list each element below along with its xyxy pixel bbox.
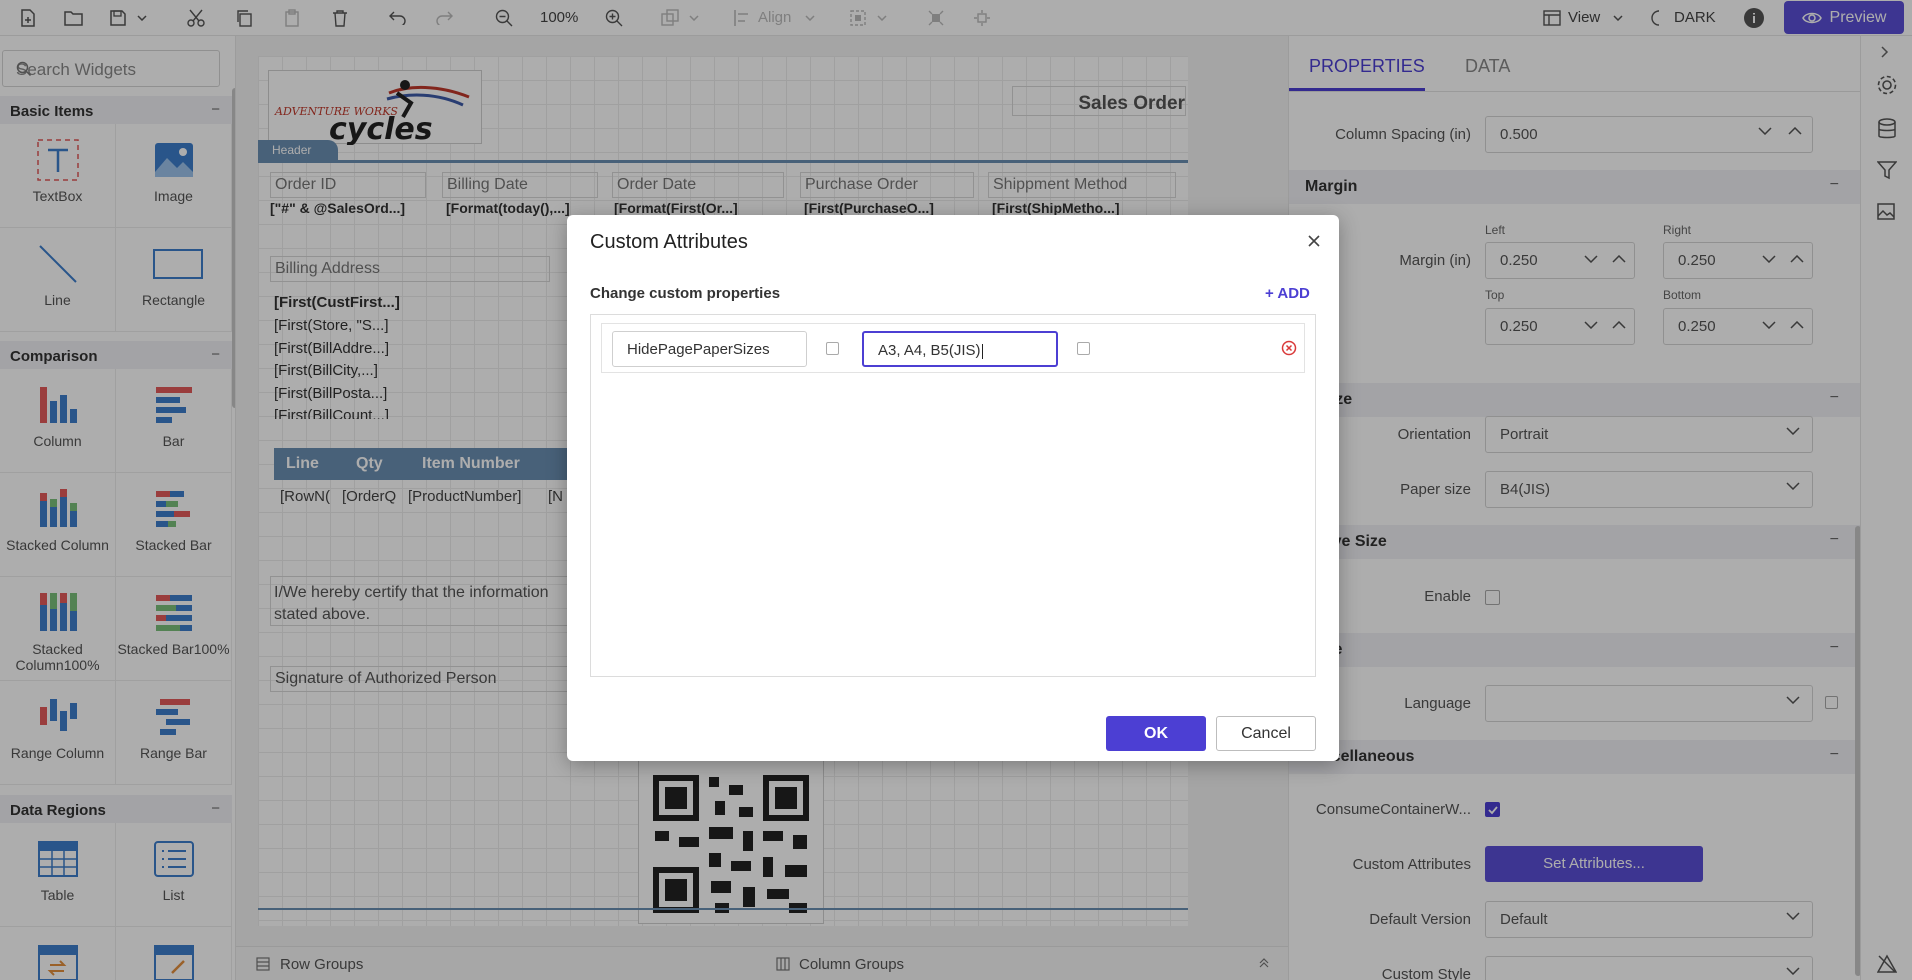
text-cursor <box>982 344 983 359</box>
ok-button[interactable]: OK <box>1106 716 1206 751</box>
attributes-list: HidePagePaperSizes A3, A4, B5(JIS) <box>590 314 1316 677</box>
add-attribute-button[interactable]: + ADD <box>1265 285 1310 302</box>
attribute-row: HidePagePaperSizes A3, A4, B5(JIS) <box>601 323 1305 373</box>
custom-attributes-dialog: Custom Attributes Change custom properti… <box>567 215 1339 761</box>
attribute-value-expression-checkbox[interactable] <box>1077 342 1090 355</box>
attribute-value-text: A3, A4, B5(JIS) <box>878 342 981 359</box>
attribute-value-input[interactable]: A3, A4, B5(JIS) <box>862 331 1058 367</box>
remove-attribute-icon[interactable] <box>1281 340 1297 356</box>
close-icon[interactable] <box>1302 229 1326 253</box>
dialog-subtitle: Change custom properties <box>590 285 780 302</box>
cancel-button[interactable]: Cancel <box>1216 716 1316 751</box>
dialog-title: Custom Attributes <box>590 231 748 254</box>
attribute-name-input[interactable]: HidePagePaperSizes <box>612 331 807 367</box>
attribute-name-expression-checkbox[interactable] <box>826 342 839 355</box>
